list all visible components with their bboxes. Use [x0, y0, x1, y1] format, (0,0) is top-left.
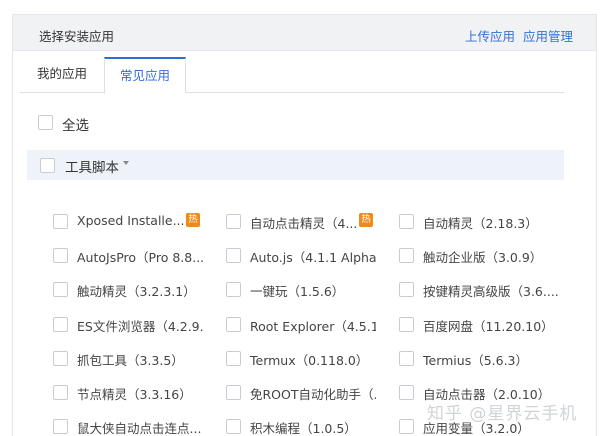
app-item[interactable]: 抓包工具（3.3.5）: [53, 350, 219, 370]
group-label: 工具脚本: [65, 160, 119, 176]
tab-common-apps[interactable]: 常见应用: [104, 57, 186, 94]
app-name: 积木编程（1.0.5）: [250, 421, 357, 436]
app-checkbox[interactable]: [226, 248, 241, 263]
app-name: 鼠大侠自动点击连点...: [77, 421, 202, 436]
app-checkbox[interactable]: [399, 317, 414, 332]
app-item[interactable]: 触动精灵（3.2.3.1）: [53, 281, 219, 301]
watermark: 知乎 @星界云手机: [427, 404, 578, 424]
app-item[interactable]: ES文件浏览器（4.2.9....: [53, 316, 219, 336]
select-all-label: 全选: [62, 118, 89, 134]
app-name: 触动企业版（3.0.9）: [423, 250, 543, 265]
app-name: 自动点击精灵（4...: [250, 216, 358, 231]
app-item[interactable]: 鼠大侠自动点击连点...: [53, 418, 219, 436]
app-checkbox[interactable]: [399, 214, 414, 229]
app-checkbox[interactable]: [226, 317, 241, 332]
app-name: 节点精灵（3.3.16）: [77, 387, 192, 402]
app-item[interactable]: Termius（5.6.3）: [399, 350, 589, 370]
app-checkbox[interactable]: [226, 419, 241, 434]
select-all-checkbox[interactable]: [38, 115, 53, 130]
app-checkbox[interactable]: [399, 248, 414, 263]
hot-badge: 热: [359, 213, 373, 227]
group-checkbox[interactable]: [40, 158, 55, 173]
hot-badge: 热: [186, 213, 200, 227]
app-item[interactable]: Root Explorer（4.5.1）: [226, 316, 392, 336]
app-name: Auto.js（4.1.1 Alpha...: [250, 250, 376, 265]
app-name: 一键玩（1.5.6）: [250, 284, 345, 299]
app-item[interactable]: Auto.js（4.1.1 Alpha...: [226, 247, 392, 267]
app-name: 按键精灵高级版（3.6....: [423, 284, 559, 299]
app-checkbox[interactable]: [226, 214, 241, 229]
panel-title: 选择安装应用: [39, 29, 115, 44]
app-item[interactable]: 一键玩（1.5.6）: [226, 281, 392, 301]
app-item[interactable]: 按键精灵高级版（3.6....: [399, 281, 589, 301]
app-name: 免ROOT自动化助手（...: [250, 387, 376, 402]
app-item[interactable]: Termux（0.118.0）: [226, 350, 392, 370]
caret-down-icon[interactable]: [123, 161, 129, 165]
app-checkbox[interactable]: [399, 419, 414, 434]
upload-app-link[interactable]: 上传应用: [465, 26, 515, 45]
app-checkbox[interactable]: [399, 385, 414, 400]
tab-bar: 我的应用 常见应用: [20, 57, 564, 94]
app-checkbox[interactable]: [226, 351, 241, 366]
app-name: 抓包工具（3.3.5）: [77, 353, 184, 368]
app-name: 触动精灵（3.2.3.1）: [77, 284, 196, 299]
app-item[interactable]: Xposed Installe... 热: [53, 213, 219, 233]
app-name: Termux（0.118.0）: [250, 353, 369, 368]
app-checkbox[interactable]: [53, 282, 68, 297]
app-name: Termius（5.6.3）: [423, 353, 529, 368]
app-checkbox[interactable]: [53, 419, 68, 434]
app-checkbox[interactable]: [226, 282, 241, 297]
app-name: 自动精灵（2.18.3）: [423, 216, 538, 231]
app-item[interactable]: 积木编程（1.0.5）: [226, 418, 392, 436]
app-item[interactable]: 节点精灵（3.3.16）: [53, 384, 219, 404]
app-checkbox[interactable]: [399, 282, 414, 297]
app-name: Xposed Installe...: [77, 213, 185, 228]
app-checkbox[interactable]: [53, 351, 68, 366]
app-name: 百度网盘（11.20.10）: [423, 319, 554, 334]
app-item[interactable]: 自动精灵（2.18.3）: [399, 213, 589, 233]
app-checkbox[interactable]: [53, 385, 68, 400]
app-management-link[interactable]: 应用管理: [523, 26, 573, 45]
app-name: AutoJsPro（Pro 8.8....: [77, 250, 203, 265]
app-item[interactable]: 自动点击精灵（4... 热: [226, 213, 392, 233]
app-checkbox[interactable]: [53, 317, 68, 332]
app-checkbox[interactable]: [226, 385, 241, 400]
app-name: ES文件浏览器（4.2.9....: [77, 319, 203, 334]
app-item[interactable]: 触动企业版（3.0.9）: [399, 247, 589, 267]
app-checkbox[interactable]: [53, 248, 68, 263]
app-name: Root Explorer（4.5.1）: [250, 319, 376, 334]
app-checkbox[interactable]: [53, 214, 68, 229]
tab-my-apps[interactable]: 我的应用: [20, 57, 104, 93]
app-item[interactable]: 百度网盘（11.20.10）: [399, 316, 589, 336]
app-item[interactable]: AutoJsPro（Pro 8.8....: [53, 247, 219, 267]
group-header-tool-scripts[interactable]: 工具脚本: [27, 150, 564, 180]
app-checkbox[interactable]: [399, 351, 414, 366]
panel-header: 选择安装应用 上传应用 应用管理: [13, 15, 596, 51]
app-item[interactable]: 免ROOT自动化助手（...: [226, 384, 392, 404]
